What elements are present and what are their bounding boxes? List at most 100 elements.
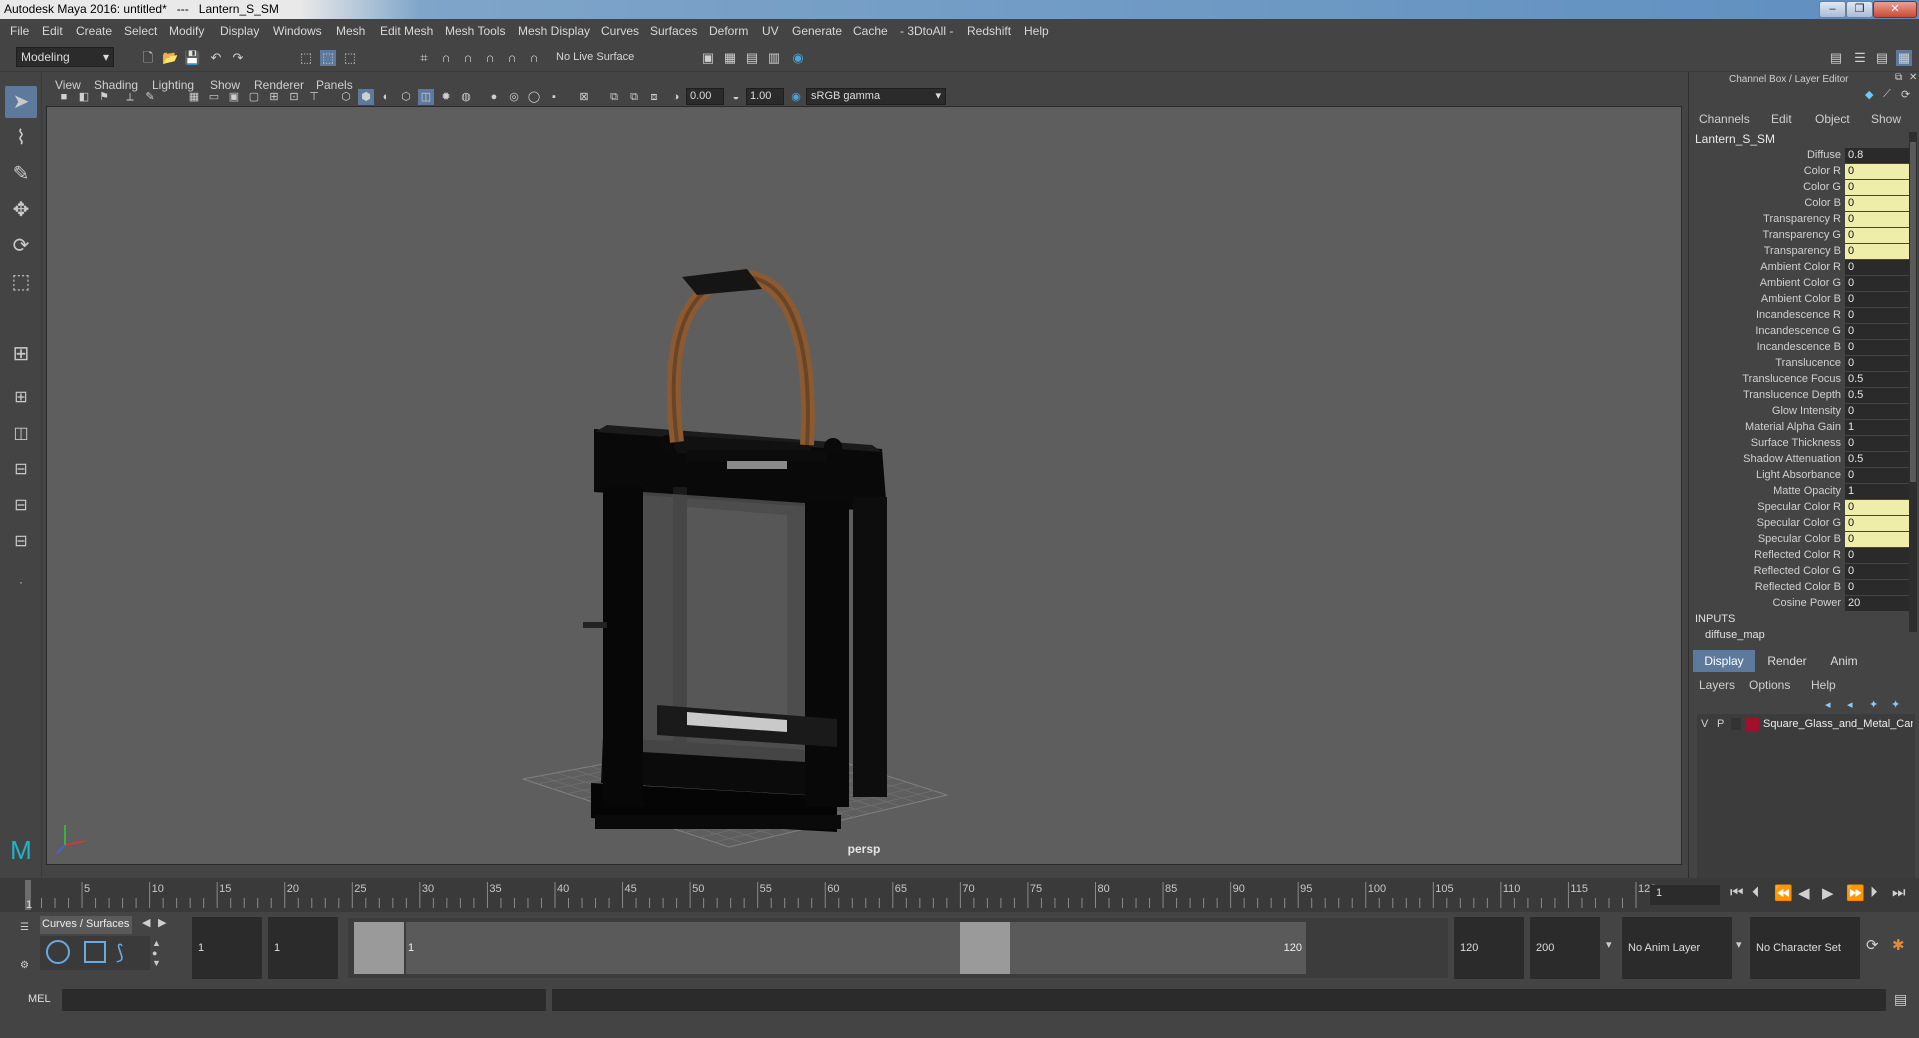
exposure-field[interactable]: 0.00 [686,88,724,105]
go-to-start-icon[interactable]: ⏮ [1730,884,1744,901]
channel-row[interactable]: Reflected Color G 0 [1689,564,1909,580]
single-pane-layout-icon[interactable]: ⊞ [5,338,37,370]
channel-value-field[interactable]: 0 [1845,276,1909,291]
layer-visibility-toggle[interactable]: V [1701,718,1708,730]
cb-menu-object[interactable]: Object [1815,112,1850,126]
input-node[interactable]: diffuse_map [1705,629,1765,641]
field-chart-icon[interactable]: ⊞ [266,89,282,105]
render-frame-icon[interactable]: ▦ [722,50,738,66]
channel-row[interactable]: Color G 0 [1689,180,1909,196]
snap-curve-icon[interactable]: ∩ [438,50,454,66]
render-settings-icon[interactable]: ▥ [766,50,782,66]
channel-value-field[interactable]: 0 [1845,164,1909,179]
channel-value-field[interactable]: 0 [1845,532,1909,547]
range-bar[interactable]: 1 120 [406,922,1306,974]
channel-label[interactable]: Incandescence G [1755,325,1841,337]
layer-menu-options[interactable]: Options [1749,678,1790,692]
refresh-icon[interactable]: ⟳ [1901,88,1910,101]
new-scene-icon[interactable]: 🗋 [140,50,156,66]
channel-row[interactable]: Material Alpha Gain 1 [1689,420,1909,436]
attribute-editor-icon[interactable]: ☰ [1852,50,1868,66]
snap-point-icon[interactable]: ∩ [460,50,476,66]
channel-row[interactable]: Color B 0 [1689,196,1909,212]
xray-icon[interactable]: ◫ [418,89,434,105]
layer-menu-help[interactable]: Help [1811,678,1836,692]
snap-surface-icon[interactable]: ∩ [504,50,520,66]
menu-mesh-tools[interactable]: Mesh Tools [445,24,505,38]
menu-create[interactable]: Create [76,24,112,38]
rotate-tool-icon[interactable]: ⟳ [5,230,37,262]
motion-blur-icon[interactable]: ◎ [506,89,522,105]
select-tool-icon[interactable]: ➤ [5,86,37,118]
channel-label[interactable]: Transparency G [1763,229,1841,241]
tab-anim[interactable]: Anim [1819,650,1869,672]
channel-label[interactable]: Color R [1804,165,1841,177]
channel-value-field[interactable]: 0 [1845,516,1909,531]
step-back-key-icon[interactable]: ⏪ [1774,884,1793,902]
paint-select-tool-icon[interactable]: ✎ [5,158,37,190]
nurbs-square-icon[interactable] [84,941,106,963]
gate-mask-icon[interactable]: ▢ [246,89,262,105]
close-button[interactable]: ✕ [1873,1,1917,18]
mel-label[interactable]: MEL [28,993,51,1005]
wireframe-icon[interactable]: ⬡ [338,89,354,105]
range-slider-track[interactable]: 1 120 [348,918,1448,978]
channel-label[interactable]: Incandescence R [1756,309,1841,321]
channel-row[interactable]: Light Absorbance 0 [1689,468,1909,484]
menu-modify[interactable]: Modify [169,24,204,38]
channel-row[interactable]: Transparency B 0 [1689,244,1909,260]
shelf-scroll[interactable]: ▲ ● ▼ [152,938,162,972]
channel-value-field[interactable]: 0 [1845,580,1909,595]
ambient-occlusion-icon[interactable]: ● [486,89,502,105]
channel-label[interactable]: Material Alpha Gain [1745,421,1841,433]
menu-mesh-display[interactable]: Mesh Display [518,24,590,38]
tab-render[interactable]: Render [1757,650,1817,672]
channel-value-field[interactable]: 20 [1845,596,1909,611]
channel-label[interactable]: Transparency B [1764,245,1841,257]
save-scene-icon[interactable]: 💾 [184,50,200,66]
channel-value-field[interactable]: 0 [1845,436,1909,451]
select-object-icon[interactable]: ⬚ [320,50,336,66]
anim-layer-selector[interactable]: No Anim Layer [1622,917,1732,979]
multisample-icon[interactable]: ◯ [526,89,542,105]
layer-name[interactable]: Square_Glass_and_Metal_Can [1763,718,1913,730]
image-plane-icon[interactable]: ⟂ [122,89,138,105]
channel-label[interactable]: Surface Thickness [1751,437,1841,449]
float-panel-icon[interactable]: ⧉ [1895,72,1902,83]
channel-label[interactable]: Translucence Depth [1743,389,1841,401]
lights-icon[interactable]: ✹ [438,89,454,105]
channel-value-field[interactable]: 0.5 [1845,372,1909,387]
channel-label[interactable]: Color B [1804,197,1841,209]
exposure-icon[interactable]: ◑ [668,89,684,105]
channel-label[interactable]: Diffuse [1807,149,1841,161]
channel-value-field[interactable]: 0 [1845,468,1909,483]
channel-label[interactable]: Ambient Color R [1760,261,1841,273]
shelf-settings-icon[interactable]: ⚙ [20,960,29,971]
film-gate-icon[interactable]: ▭ [206,89,222,105]
channel-value-field[interactable]: 0 [1845,228,1909,243]
object-name[interactable]: Lantern_S_SM [1695,132,1775,146]
channel-label[interactable]: Transparency R [1763,213,1841,225]
channel-row[interactable]: Glow Intensity 0 [1689,404,1909,420]
cb-menu-edit[interactable]: Edit [1771,112,1792,126]
bookmark-icon[interactable]: ⚑ [96,89,112,105]
channel-label[interactable]: Translucence [1775,357,1841,369]
channel-row[interactable]: Reflected Color B 0 [1689,580,1909,596]
redo-icon[interactable]: ↷ [230,50,246,66]
maximize-button[interactable]: ❐ [1846,1,1873,18]
menu-generate[interactable]: Generate [792,24,842,38]
range-start-handle[interactable] [354,922,404,974]
move-tool-icon[interactable]: ✥ [5,194,37,226]
menu-display[interactable]: Display [220,24,259,38]
menu-deform[interactable]: Deform [709,24,748,38]
new-layer-selected-icon[interactable]: ✦ [1891,698,1900,711]
channel-row[interactable]: Color R 0 [1689,164,1909,180]
menu-cache[interactable]: Cache [853,24,888,38]
menu-uv[interactable]: UV [762,24,779,38]
channel-label[interactable]: Ambient Color B [1761,293,1841,305]
xray-active-icon[interactable]: ⧉ [626,89,642,105]
menu-edit-mesh[interactable]: Edit Mesh [380,24,433,38]
shelf-handle[interactable]: ☰ ⚙ [20,922,29,972]
step-back-frame-icon[interactable]: ⏴ [1752,884,1760,901]
auto-keyframe-icon[interactable]: ⟳ [1866,936,1879,954]
